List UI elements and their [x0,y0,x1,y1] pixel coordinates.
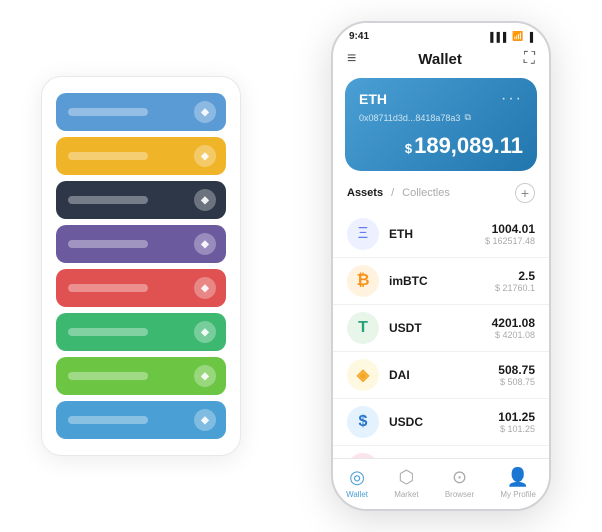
list-item[interactable]: ◆ [56,357,226,395]
browser-nav-label: Browser [445,490,474,499]
asset-name: DAI [389,368,488,382]
nav-profile[interactable]: 👤 My Profile [500,467,536,499]
asset-usd: $ 101.25 [498,424,535,434]
assets-header: Assets / Collectles + [333,183,549,211]
scene: ◆ ◆ ◆ ◆ ◆ ◆ ◆ ◆ [11,11,591,521]
asset-usd: $ 21760.1 [495,283,535,293]
battery-icon: ▐ [527,32,533,42]
card-icon: ◆ [194,145,216,167]
card-icon: ◆ [194,277,216,299]
list-item[interactable]: ◆ [56,181,226,219]
card-icon: ◆ [194,101,216,123]
asset-values: 2.5 $ 21760.1 [495,269,535,293]
status-time: 9:41 [349,31,369,42]
wallet-nav-icon: ◎ [349,467,365,488]
asset-usd: $ 4201.08 [492,330,535,340]
nav-wallet[interactable]: ◎ Wallet [346,467,368,499]
asset-name: USDC [389,415,488,429]
tab-collectibles[interactable]: Collectles [402,187,450,199]
eth-address: 0x08711d3d...8418a78a3 ⧉ [359,112,523,123]
browser-nav-icon: ⊙ [452,467,467,488]
market-nav-icon: ⬡ [399,467,415,488]
eth-card-header: ETH ··· [359,90,523,108]
eth-card[interactable]: ETH ··· 0x08711d3d...8418a78a3 ⧉ $189,08… [345,78,537,171]
assets-tabs: Assets / Collectles [347,187,450,199]
asset-name: imBTC [389,274,485,288]
asset-values: 4201.08 $ 4201.08 [492,316,535,340]
bottom-nav: ◎ Wallet ⬡ Market ⊙ Browser 👤 My Profile [333,458,549,509]
list-item[interactable]: ◆ [56,225,226,263]
profile-nav-label: My Profile [500,490,536,499]
asset-values: 101.25 $ 101.25 [498,410,535,434]
phone-content: ETH ··· 0x08711d3d...8418a78a3 ⧉ $189,08… [333,78,549,458]
eth-balance: $189,089.11 [359,133,523,159]
page-title: Wallet [418,51,462,68]
asset-amount: 4201.08 [492,316,535,330]
asset-values: 508.75 $ 508.75 [498,363,535,387]
status-bar: 9:41 ▌▌▌ 📶 ▐ [333,23,549,46]
list-item[interactable]: ◆ [56,401,226,439]
list-item[interactable]: ◆ [56,93,226,131]
card-icon: ◆ [194,233,216,255]
asset-amount: 2.5 [495,269,535,283]
table-row[interactable]: $ USDC 101.25 $ 101.25 [333,399,549,446]
usdt-icon: T [347,312,379,344]
market-nav-label: Market [394,490,418,499]
table-row[interactable]: T USDT 4201.08 $ 4201.08 [333,305,549,352]
asset-usd: $ 162517.48 [485,236,535,246]
card-icon: ◆ [194,409,216,431]
profile-nav-icon: 👤 [507,467,529,488]
table-row[interactable]: ◈ DAI 508.75 $ 508.75 [333,352,549,399]
copy-icon[interactable]: ⧉ [464,112,470,123]
asset-amount: 101.25 [498,410,535,424]
list-item[interactable]: ◆ [56,137,226,175]
asset-amount: 1004.01 [485,222,535,236]
eth-label: ETH [359,91,387,107]
signal-icon: ▌▌▌ [490,32,509,42]
tab-slash: / [391,187,394,199]
card-icon: ◆ [194,365,216,387]
table-row[interactable]: Ξ ETH 1004.01 $ 162517.48 [333,211,549,258]
asset-name: ETH [389,227,475,241]
phone-header: ≡ Wallet ⛶ [333,46,549,78]
asset-values: 1004.01 $ 162517.48 [485,222,535,246]
imbtc-icon: ₿ [347,265,379,297]
wallet-nav-label: Wallet [346,490,368,499]
card-icon: ◆ [194,189,216,211]
list-item[interactable]: ◆ [56,269,226,307]
card-stack: ◆ ◆ ◆ ◆ ◆ ◆ ◆ ◆ [41,76,241,456]
menu-icon[interactable]: ≡ [347,50,356,68]
usdc-icon: $ [347,406,379,438]
table-row[interactable]: 🌿 TFT 13 0 [333,446,549,458]
dai-icon: ◈ [347,359,379,391]
card-icon: ◆ [194,321,216,343]
table-row[interactable]: ₿ imBTC 2.5 $ 21760.1 [333,258,549,305]
eth-options-button[interactable]: ··· [501,90,523,108]
nav-browser[interactable]: ⊙ Browser [445,467,474,499]
asset-name: USDT [389,321,482,335]
expand-icon[interactable]: ⛶ [524,50,535,68]
asset-amount: 508.75 [498,363,535,377]
eth-icon: Ξ [347,218,379,250]
asset-usd: $ 508.75 [498,377,535,387]
phone-frame: 9:41 ▌▌▌ 📶 ▐ ≡ Wallet ⛶ ETH ··· 0x08711d [331,21,551,511]
status-icons: ▌▌▌ 📶 ▐ [490,31,533,42]
wifi-icon: 📶 [512,31,523,42]
add-asset-button[interactable]: + [515,183,535,203]
tab-assets[interactable]: Assets [347,187,383,199]
nav-market[interactable]: ⬡ Market [394,467,418,499]
list-item[interactable]: ◆ [56,313,226,351]
